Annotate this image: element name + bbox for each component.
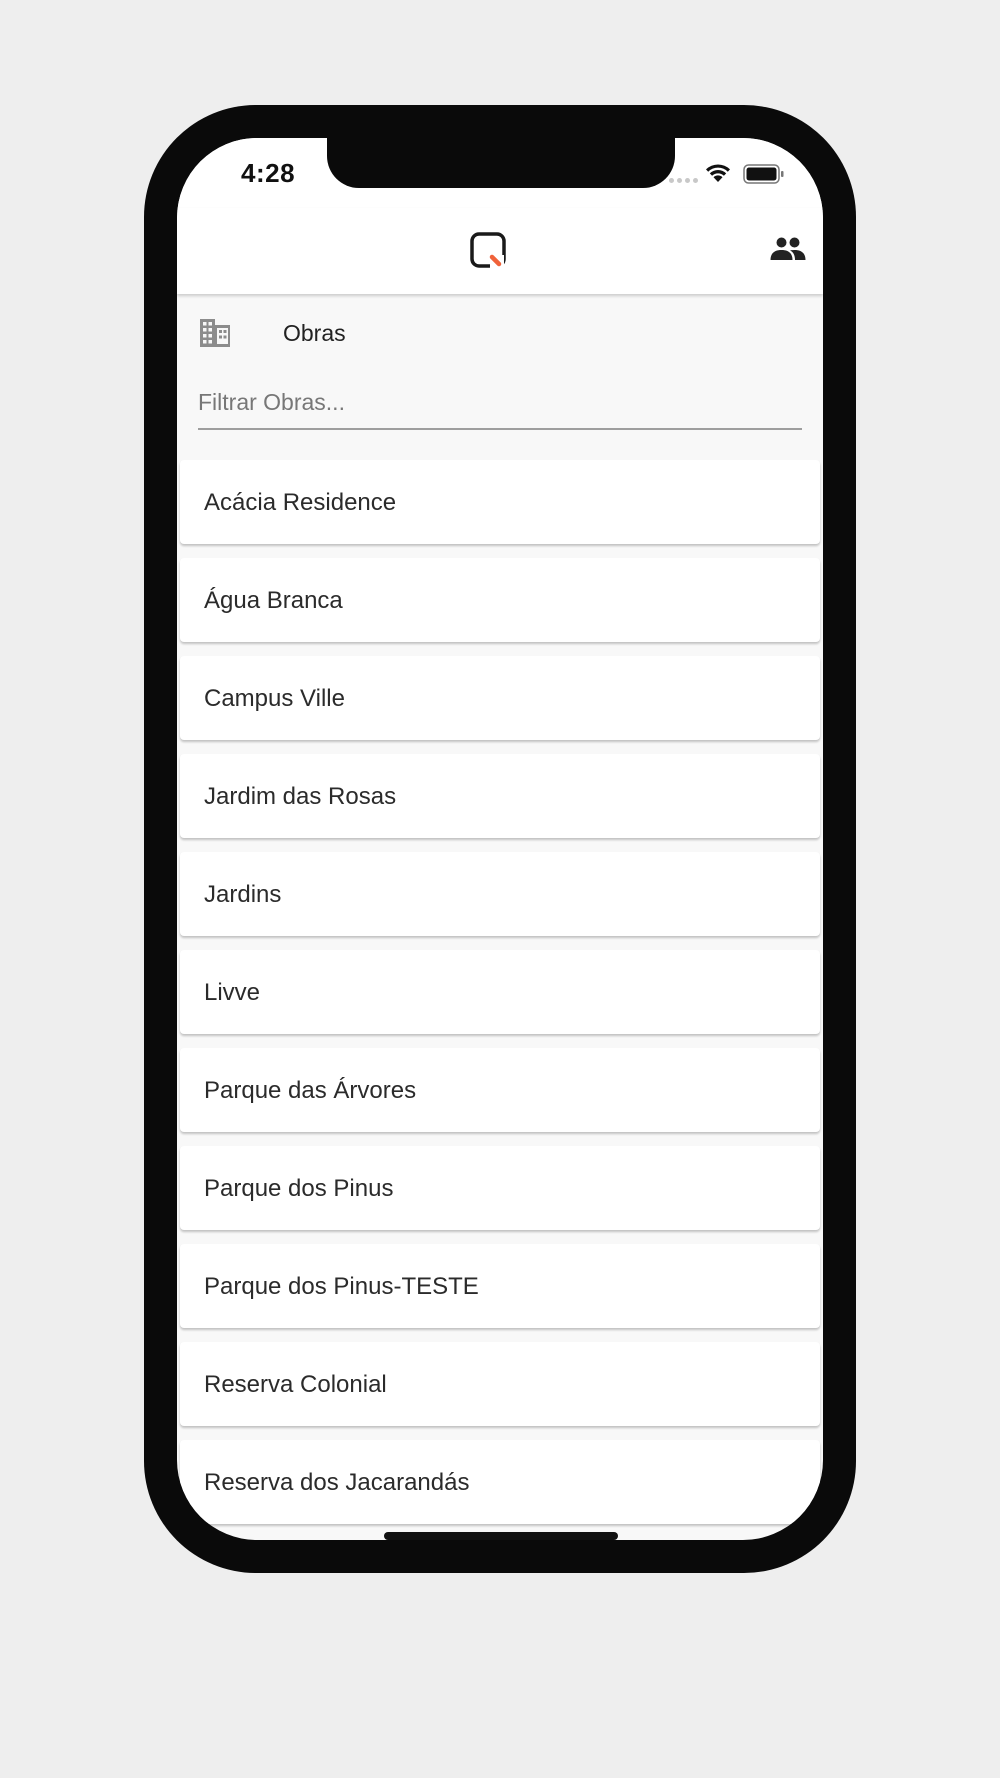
list-item-label: Campus Ville (204, 685, 345, 712)
list-item[interactable]: Livve (180, 950, 820, 1034)
list-item-label: Água Branca (204, 587, 343, 614)
list-item[interactable]: Acácia Residence (180, 460, 820, 544)
list-item[interactable]: Parque dos Pinus-TESTE (180, 1244, 820, 1328)
cellular-signal-icon (669, 178, 698, 183)
list-item[interactable]: Parque dos Pinus (180, 1146, 820, 1230)
section-header: Obras (177, 294, 823, 366)
obras-list: Acácia Residence Água Branca Campus Vill… (180, 460, 820, 1538)
phone-screen: 4:28 Obras Filtrar Obras... Acácia Resid… (177, 138, 823, 1540)
device-notch (327, 138, 675, 188)
list-item-label: Acácia Residence (204, 489, 397, 516)
list-item-label: Parque dos Pinus (204, 1175, 394, 1202)
list-item-label: Jardim das Rosas (204, 783, 397, 810)
wifi-icon (706, 164, 730, 182)
section-title: Obras (283, 320, 346, 346)
list-item[interactable]: Jardim das Rosas (180, 754, 820, 838)
list-item[interactable]: Campus Ville (180, 656, 820, 740)
battery-icon (743, 164, 784, 184)
list-item[interactable]: Jardins (180, 852, 820, 936)
list-item-label: Parque das Árvores (204, 1077, 417, 1104)
app-bar (177, 208, 823, 294)
list-item-label: Reserva Colonial (204, 1371, 387, 1398)
list-item-label: Parque dos Pinus-TESTE (204, 1273, 479, 1300)
status-time: 4:28 (241, 158, 296, 188)
app-logo-icon (470, 232, 506, 269)
list-item[interactable]: Água Branca (180, 558, 820, 642)
list-item[interactable]: Reserva Colonial (180, 1342, 820, 1426)
people-icon[interactable] (770, 236, 806, 262)
filter-obras-input[interactable] (198, 376, 802, 430)
list-item[interactable]: Reserva dos Jacarandás (180, 1440, 820, 1524)
list-item-label: Reserva dos Jacarandás (204, 1469, 470, 1496)
home-indicator[interactable] (384, 1532, 618, 1540)
list-item[interactable]: Parque das Árvores (180, 1048, 820, 1132)
list-item-label: Livve (204, 979, 261, 1006)
building-icon (200, 319, 230, 347)
list-item-label: Jardins (204, 881, 282, 908)
